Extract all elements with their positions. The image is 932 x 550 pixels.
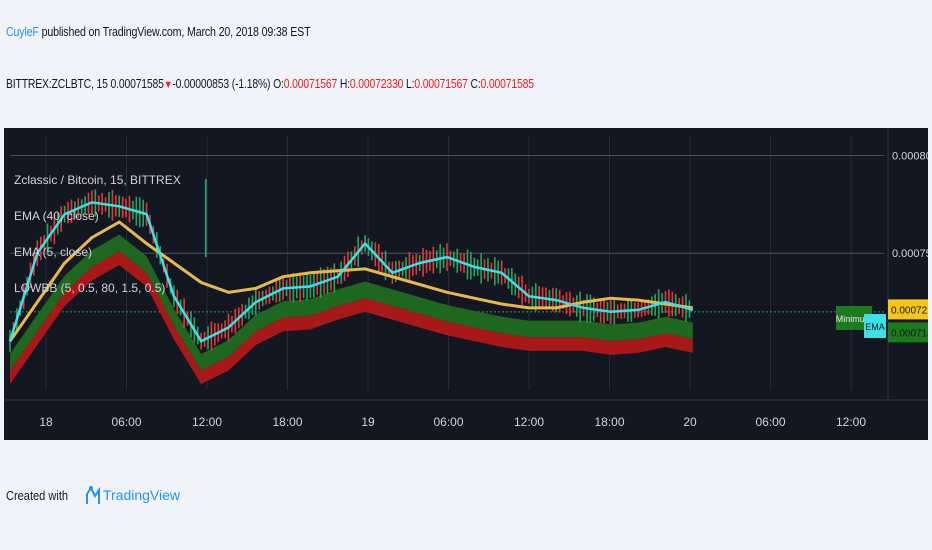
down-arrow-icon: ▼	[163, 79, 173, 91]
x-tick-label: 18:00	[272, 415, 302, 429]
x-tick-label: 12:00	[192, 415, 222, 429]
tradingview-logo-icon	[85, 486, 100, 504]
publish-text: published on TradingView.com, March 20, …	[38, 24, 311, 39]
low-value: 0.00071567	[414, 76, 468, 91]
y-tick-label: 0.00080000	[892, 151, 928, 163]
x-tick-label: 18	[39, 415, 53, 429]
created-with-label: Created with	[6, 487, 69, 503]
x-axis-background	[4, 400, 928, 440]
legend-entry: EMA (40, close)	[14, 209, 99, 223]
publish-info: CuyleF published on TradingView.com, Mar…	[6, 24, 311, 39]
x-tick-label: 19	[361, 415, 375, 429]
last-price: 0.00071585	[110, 76, 164, 91]
symbol-label: BITTREX:ZCLBTC, 15	[6, 76, 108, 91]
legend-entry: LOWBB (5, 0.5, 80, 1.5, 0.5)	[14, 281, 165, 295]
x-tick-label: 18:00	[594, 415, 624, 429]
tradingview-brand[interactable]: TradingView	[85, 484, 180, 506]
y-tick-label: 0.00075000	[892, 248, 928, 260]
price-label-text: 0.00072125	[891, 305, 928, 316]
ohlc-bar: BITTREX:ZCLBTC, 15 0.00071585▼-0.0000085…	[6, 76, 534, 91]
high-value: 0.00072330	[349, 76, 404, 91]
author-link[interactable]: CuyleF	[6, 24, 39, 39]
side-label-text: EMA	[865, 322, 885, 332]
change-percent: (-1.18%)	[231, 76, 271, 91]
open-value: 0.00071567	[283, 76, 338, 91]
open-label: O:	[273, 76, 284, 91]
x-tick-label: 20	[683, 415, 697, 429]
legend-entry: Zclassic / Bitcoin, 15, BITTREX	[14, 173, 181, 187]
close-value: 0.00071585	[480, 76, 535, 91]
x-tick-label: 06:00	[755, 415, 785, 429]
price-label-text: 0.00071847	[891, 328, 928, 339]
high-label: H:	[339, 76, 350, 91]
change-value: -0.00000853	[172, 76, 230, 91]
tradingview-brand-label: TradingView	[102, 487, 181, 503]
footer: Created with TradingView	[6, 484, 180, 506]
legend-entry: EMA (5, close)	[14, 245, 92, 259]
price-chart[interactable]: Zclassic / Bitcoin, 15, BITTREX EMA (40, …	[4, 128, 928, 440]
close-label: C:	[470, 76, 481, 91]
x-tick-label: 12:00	[836, 415, 866, 429]
chart-frame[interactable]: Zclassic / Bitcoin, 15, BITTREX EMA (40, …	[4, 128, 928, 440]
x-tick-label: 06:00	[111, 415, 141, 429]
x-tick-label: 12:00	[514, 415, 544, 429]
x-tick-label: 06:00	[433, 415, 463, 429]
